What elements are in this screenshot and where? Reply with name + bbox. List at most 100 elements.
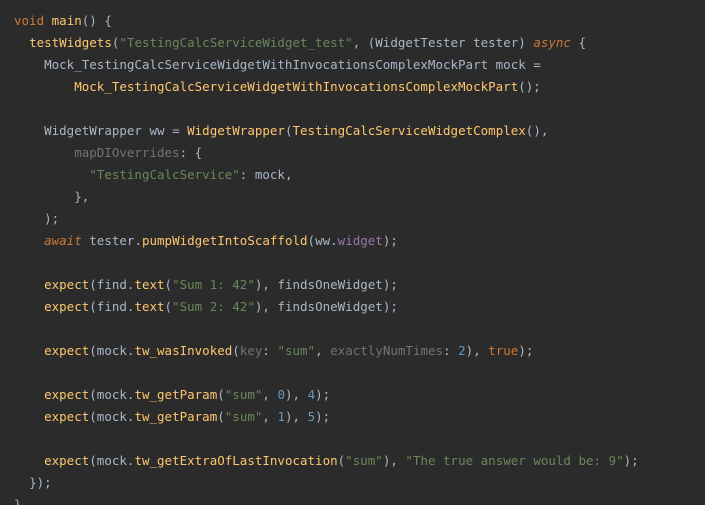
punct: (: [89, 409, 97, 424]
string-sum1: "Sum 1: 42": [172, 277, 255, 292]
ctor-widget-wrapper: WidgetWrapper: [187, 123, 285, 138]
punct-close: });: [29, 475, 52, 490]
ident-mock: mock: [496, 57, 526, 72]
punct: (: [308, 233, 316, 248]
punct: (: [217, 409, 225, 424]
num-0: 0: [277, 387, 285, 402]
punct: ,: [262, 387, 277, 402]
keyword-async: async: [533, 35, 571, 50]
punct: {: [571, 35, 586, 50]
param-map-di-overrides: mapDIOverrides: [74, 145, 179, 160]
punct: ): [518, 35, 533, 50]
fn-pump: pumpWidgetIntoScaffold: [142, 233, 308, 248]
punct-close-brace: }: [14, 497, 22, 505]
punct: (: [89, 453, 97, 468]
punct: =: [526, 57, 541, 72]
string-test-name: "TestingCalcServiceWidget_test": [119, 35, 352, 50]
string-service-key: "TestingCalcService": [89, 167, 240, 182]
fn-expect: expect: [44, 409, 89, 424]
punct: );: [624, 453, 639, 468]
blank-line: [14, 252, 705, 274]
fn-get-param: tw_getParam: [134, 387, 217, 402]
ident-mock: mock: [97, 409, 127, 424]
ident-mock: mock: [97, 343, 127, 358]
code-editor[interactable]: void main() { testWidgets("TestingCalcSe…: [0, 0, 705, 505]
punct: (: [285, 123, 293, 138]
field-widget: widget: [338, 233, 383, 248]
fn-get-param: tw_getParam: [134, 409, 217, 424]
fn-testWidgets: testWidgets: [29, 35, 112, 50]
blank-line: [14, 428, 705, 450]
fn-expect: expect: [44, 277, 89, 292]
punct: );: [383, 233, 398, 248]
ident-ww: ww: [149, 123, 164, 138]
punct: : {: [180, 145, 203, 160]
fn-expect: expect: [44, 387, 89, 402]
keyword-await: await: [44, 233, 82, 248]
punct: ),: [285, 409, 308, 424]
punct: (: [217, 387, 225, 402]
param-key: key: [240, 343, 263, 358]
num-2: 2: [458, 343, 466, 358]
punct: , (: [353, 35, 376, 50]
fn-expect: expect: [44, 299, 89, 314]
punct: );: [44, 211, 59, 226]
fn-was-invoked: tw_wasInvoked: [134, 343, 232, 358]
punct: ,: [315, 343, 330, 358]
punct: (: [165, 277, 173, 292]
punct: (),: [526, 123, 549, 138]
fn-get-extra: tw_getExtraOfLastInvocation: [134, 453, 337, 468]
string-sum: "sum": [225, 409, 263, 424]
ident-tester: tester: [473, 35, 518, 50]
punct: ,: [262, 409, 277, 424]
type-widget-wrapper: WidgetWrapper: [44, 123, 142, 138]
param-exactly: exactlyNumTimes: [330, 343, 443, 358]
ctor-complex: TestingCalcServiceWidgetComplex: [293, 123, 526, 138]
punct: ),: [285, 387, 308, 402]
keyword-true: true: [488, 343, 518, 358]
type-mock: Mock_TestingCalcServiceWidgetWithInvocat…: [44, 57, 488, 72]
punct: =: [165, 123, 188, 138]
punct: :: [262, 343, 277, 358]
ident-mock: mock: [255, 167, 285, 182]
ident-mock: mock: [97, 453, 127, 468]
ident-finds-one: findsOneWidget: [277, 299, 382, 314]
num-5: 5: [308, 409, 316, 424]
punct: :: [443, 343, 458, 358]
num-4: 4: [308, 387, 316, 402]
fn-expect: expect: [44, 453, 89, 468]
punct: ),: [383, 453, 406, 468]
fn-expect: expect: [44, 343, 89, 358]
punct: (: [89, 343, 97, 358]
ident-finds-one: findsOneWidget: [277, 277, 382, 292]
punct: ),: [255, 299, 278, 314]
string-sum: "sum": [277, 343, 315, 358]
punct: .: [330, 233, 338, 248]
punct: );: [315, 387, 330, 402]
punct: (: [89, 277, 97, 292]
punct: :: [240, 167, 255, 182]
blank-line: [14, 362, 705, 384]
ctor-mock: Mock_TestingCalcServiceWidgetWithInvocat…: [74, 79, 518, 94]
ident-tester: tester: [89, 233, 134, 248]
punct: (: [232, 343, 240, 358]
fn-main: main: [52, 13, 82, 28]
type-widget-tester: WidgetTester: [375, 35, 465, 50]
string-sum2: "Sum 2: 42": [172, 299, 255, 314]
ident-mock: mock: [97, 387, 127, 402]
punct: );: [315, 409, 330, 424]
punct: () {: [82, 13, 112, 28]
ident-find: find: [97, 277, 127, 292]
punct: );: [383, 299, 398, 314]
keyword-void: void: [14, 13, 44, 28]
fn-text: text: [134, 299, 164, 314]
punct: ),: [255, 277, 278, 292]
blank-line: [14, 318, 705, 340]
num-1: 1: [277, 409, 285, 424]
punct: );: [383, 277, 398, 292]
ident-ww: ww: [315, 233, 330, 248]
string-true-answer: "The true answer would be: 9": [405, 453, 623, 468]
punct: (: [89, 387, 97, 402]
punct: .: [134, 233, 142, 248]
string-sum: "sum": [225, 387, 263, 402]
